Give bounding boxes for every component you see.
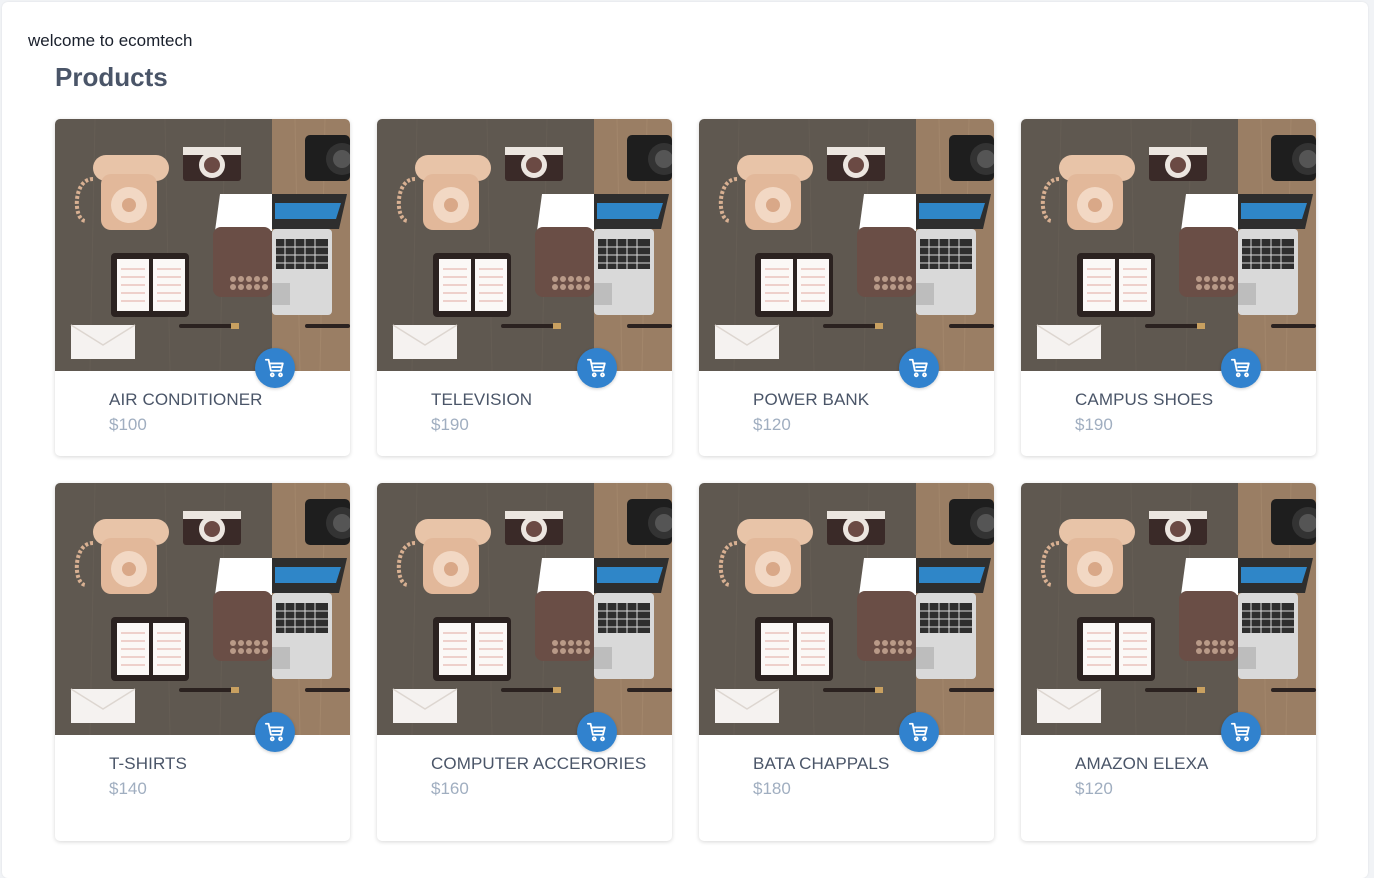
shopping-cart-icon (908, 722, 928, 742)
add-to-cart-button[interactable] (1221, 348, 1261, 388)
product-price: $190 (1075, 415, 1113, 434)
add-to-cart-button[interactable] (1221, 712, 1261, 752)
product-name[interactable]: POWER BANK (753, 389, 974, 410)
product-price: $100 (109, 415, 147, 434)
product-image (1021, 119, 1316, 371)
product-card[interactable]: TELEVISION $190 (377, 119, 672, 456)
product-info: POWER BANK $120 (699, 371, 994, 435)
product-image (55, 483, 350, 735)
product-grid: AIR CONDITIONER $100 TELEVISION $190 POW… (55, 119, 1316, 841)
product-price: $190 (431, 415, 469, 434)
product-price: $140 (109, 779, 147, 798)
product-card[interactable]: POWER BANK $120 (699, 119, 994, 456)
add-to-cart-button[interactable] (899, 348, 939, 388)
shopping-cart-icon (908, 358, 928, 378)
product-image (377, 119, 672, 371)
product-card[interactable]: CAMPUS SHOES $190 (1021, 119, 1316, 456)
product-price: $180 (753, 779, 791, 798)
product-name[interactable]: AIR CONDITIONER (109, 389, 330, 410)
product-card[interactable]: AIR CONDITIONER $100 (55, 119, 350, 456)
add-to-cart-button[interactable] (577, 348, 617, 388)
product-info: CAMPUS SHOES $190 (1021, 371, 1316, 435)
product-card[interactable]: COMPUTER ACCERORIES $160 (377, 483, 672, 841)
product-price: $120 (1075, 779, 1113, 798)
add-to-cart-button[interactable] (255, 712, 295, 752)
add-to-cart-button[interactable] (899, 712, 939, 752)
page-title: Products (55, 62, 168, 92)
product-card[interactable]: BATA CHAPPALS $180 (699, 483, 994, 841)
product-price: $120 (753, 415, 791, 434)
shopping-cart-icon (586, 722, 606, 742)
product-name[interactable]: CAMPUS SHOES (1075, 389, 1296, 410)
main-panel: welcome to ecomtech Products AIR CONDITI… (2, 2, 1368, 878)
product-name[interactable]: BATA CHAPPALS (753, 753, 974, 774)
welcome-text: welcome to ecomtech (28, 31, 193, 50)
product-card[interactable]: AMAZON ELEXA $120 (1021, 483, 1316, 841)
shopping-cart-icon (1230, 722, 1250, 742)
product-info: AMAZON ELEXA $120 (1021, 735, 1316, 799)
product-info: BATA CHAPPALS $180 (699, 735, 994, 799)
product-name[interactable]: COMPUTER ACCERORIES (431, 753, 652, 774)
add-to-cart-button[interactable] (577, 712, 617, 752)
shopping-cart-icon (264, 358, 284, 378)
product-price: $160 (431, 779, 469, 798)
product-image (55, 119, 350, 371)
product-name[interactable]: T-SHIRTS (109, 753, 330, 774)
shopping-cart-icon (1230, 358, 1250, 378)
add-to-cart-button[interactable] (255, 348, 295, 388)
product-image (1021, 483, 1316, 735)
product-name[interactable]: AMAZON ELEXA (1075, 753, 1296, 774)
product-image (699, 119, 994, 371)
product-info: T-SHIRTS $140 (55, 735, 350, 799)
product-name[interactable]: TELEVISION (431, 389, 652, 410)
product-card[interactable]: T-SHIRTS $140 (55, 483, 350, 841)
product-image (699, 483, 994, 735)
product-info: AIR CONDITIONER $100 (55, 371, 350, 435)
shopping-cart-icon (586, 358, 606, 378)
product-info: TELEVISION $190 (377, 371, 672, 435)
product-image (377, 483, 672, 735)
shopping-cart-icon (264, 722, 284, 742)
product-info: COMPUTER ACCERORIES $160 (377, 735, 672, 799)
